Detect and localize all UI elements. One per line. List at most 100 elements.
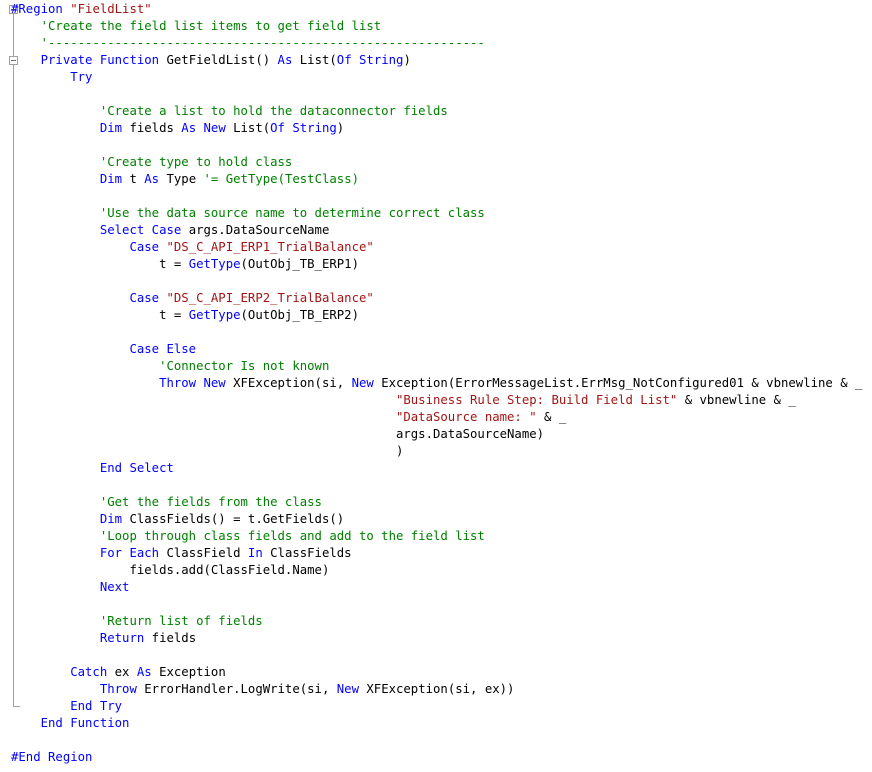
code-line[interactable]: Select Case args.DataSourceName [11,222,330,239]
code-token-id: XFException(si, [233,376,352,390]
code-token-id: args.DataSourceName) [11,427,545,441]
code-text-area[interactable]: #Region "FieldList" 'Create the field li… [0,0,872,772]
code-line[interactable]: "DataSource name: " & _ [11,409,566,426]
code-token-kw: End Function [11,716,130,730]
code-token-kw: Of String [270,121,337,135]
code-line[interactable]: #Region "FieldList" [11,1,152,18]
code-token-id: ErrorHandler.LogWrite(si, [144,682,337,696]
code-token-kw: As [136,665,160,679]
code-token-id: ClassField [166,546,248,560]
code-line[interactable]: t = GetType(OutObj_TB_ERP1) [11,256,359,273]
code-token-kw: In [247,546,271,560]
code-token-kw: Private Function [11,53,167,67]
code-line[interactable]: Try [11,69,92,86]
code-line[interactable]: ) [11,443,403,460]
code-line[interactable]: args.DataSourceName) [11,426,544,443]
code-token-id: ) [403,53,411,67]
code-line[interactable]: 'Use the data source name to determine c… [11,205,485,222]
code-token-id: & vbnewline & _ [677,393,796,407]
code-token-id: t = [11,308,189,322]
code-line[interactable]: 'Connector Is not known [11,358,329,375]
code-token-kw: End Select [11,461,174,475]
code-token-id: Type [166,172,204,186]
code-token-id: fields [129,121,182,135]
code-line[interactable]: For Each ClassField In ClassFields [11,545,352,562]
code-line[interactable]: Dim fields As New List(Of String) [11,120,344,137]
code-line[interactable]: End Select [11,460,174,477]
code-line[interactable]: Dim ClassFields() = t.GetFields() [11,511,344,528]
code-token-id: t [129,172,145,186]
code-token-kw: Of String [336,53,404,67]
code-token-id: List( [299,53,337,67]
code-token-id: ex [114,665,137,679]
code-token-kw: Return [11,631,152,645]
code-token-str: "FieldList" [70,2,152,16]
code-token-cmt: '= GetType(TestClass) [203,172,360,186]
code-line[interactable]: 'Create type to hold class [11,154,293,171]
code-token-id: Exception [159,665,226,679]
code-token-str: "DS_C_API_ERP1_TrialBalance" [166,240,374,254]
code-token-id: & _ [536,410,567,424]
code-token-kw: GetType [188,308,241,322]
code-token-pp: #End Region [11,750,93,764]
code-token-kw: Dim [11,172,130,186]
code-line[interactable]: Throw New XFException(si, New Exception(… [11,375,862,392]
code-token-kw: End Try [11,699,123,713]
code-line[interactable]: 'Get the fields from the class [11,494,322,511]
code-token-id: ) [11,444,404,458]
code-token-kw: GetType [188,257,241,271]
code-token-cmt: 'Connector Is not known [11,359,330,373]
code-line[interactable]: Private Function GetFieldList() As List(… [11,52,411,69]
code-token-kw: Case [11,240,167,254]
code-token-cmt: 'Get the fields from the class [11,495,322,509]
code-token-id: fields.add(ClassField.Name) [11,563,330,577]
code-line[interactable]: Case Else [11,341,196,358]
code-token-id: List( [233,121,271,135]
code-token-kw: Throw New [11,376,234,390]
code-line[interactable]: #End Region [11,749,92,766]
code-line[interactable]: "Business Rule Step: Build Field List" &… [11,392,796,409]
code-token-id: (OutObj_TB_ERP1) [240,257,359,271]
code-line[interactable]: Next [11,579,130,596]
code-line[interactable]: 'Create a list to hold the dataconnector… [11,103,448,120]
code-token-id: ClassFields [270,546,352,560]
code-token-id: ) [336,121,345,135]
code-token-cmt: 'Loop through class fields and add to th… [11,529,485,543]
code-line[interactable]: End Function [11,715,130,732]
code-line[interactable]: '---------------------------------------… [11,35,485,52]
code-line[interactable]: t = GetType(OutObj_TB_ERP2) [11,307,359,324]
code-token-kw: Try [11,70,93,84]
code-line[interactable]: fields.add(ClassField.Name) [11,562,329,579]
code-token-cmt: 'Create the field list items to get fiel… [11,19,382,33]
code-token-kw: Select Case [11,223,189,237]
code-line[interactable]: 'Create the field list items to get fiel… [11,18,382,35]
code-line[interactable]: Throw ErrorHandler.LogWrite(si, New XFEx… [11,681,515,698]
code-token-kw: Case [11,291,167,305]
code-token-kw: Catch [11,665,115,679]
code-line[interactable]: Case "DS_C_API_ERP2_TrialBalance" [11,290,373,307]
code-token-id: t = [11,257,189,271]
code-line[interactable]: 'Return list of fields [11,613,263,630]
code-token-kw: As [277,53,300,67]
code-token-kw: Dim [11,512,130,526]
code-token-id: fields [151,631,197,645]
code-line[interactable]: End Try [11,698,122,715]
code-token-id: ClassFields() = t.GetFields() [129,512,345,526]
code-token-id: XFException(si, ex)) [366,682,515,696]
code-token-kw: Next [11,580,130,594]
code-token-kw: For Each [11,546,167,560]
code-line[interactable]: Case "DS_C_API_ERP1_TrialBalance" [11,239,374,256]
code-token-kw: New [351,376,382,390]
code-token-kw: As New [181,121,234,135]
code-token-pp: #Region [11,2,63,16]
code-token-kw: As [144,172,167,186]
code-line[interactable]: 'Loop through class fields and add to th… [11,528,485,545]
code-editor[interactable]: #Region "FieldList" 'Create the field li… [0,0,872,772]
code-token-id: (OutObj_TB_ERP2) [240,308,359,322]
code-line[interactable]: Dim t As Type '= GetType(TestClass) [11,171,359,188]
code-line[interactable]: Return fields [11,630,196,647]
code-token-str: "DataSource name: " [11,410,537,424]
code-token-kw: New [336,682,367,696]
code-token-str: "Business Rule Step: Build Field List" [11,393,678,407]
code-line[interactable]: Catch ex As Exception [11,664,226,681]
